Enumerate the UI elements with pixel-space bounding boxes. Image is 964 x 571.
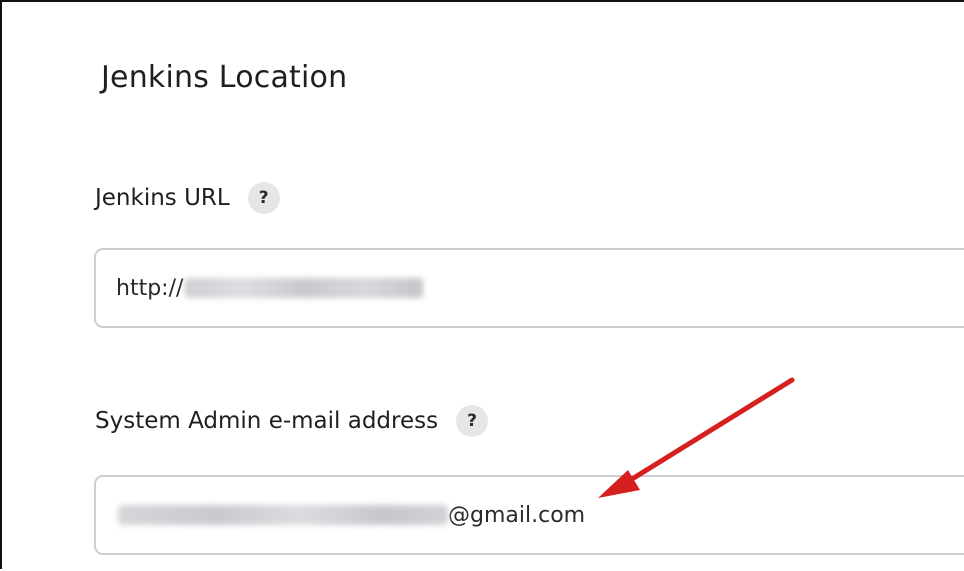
redacted-url-blur: [185, 278, 424, 298]
jenkins-url-label: Jenkins URL: [95, 185, 230, 211]
jenkins-url-label-row: Jenkins URL ?: [95, 182, 280, 214]
jenkins-url-input[interactable]: http://: [94, 248, 964, 328]
admin-email-input[interactable]: @gmail.com: [94, 475, 964, 555]
redacted-email-blur: [118, 505, 448, 525]
admin-email-value-suffix: @gmail.com: [448, 502, 586, 528]
settings-panel: Jenkins Location Jenkins URL ? http:// S…: [0, 0, 964, 569]
admin-email-help-icon[interactable]: ?: [456, 405, 489, 437]
admin-email-label-row: System Admin e-mail address ?: [95, 405, 489, 437]
jenkins-url-value-prefix: http://: [116, 275, 184, 301]
section-title: Jenkins Location: [101, 60, 348, 95]
jenkins-url-help-icon[interactable]: ?: [247, 182, 280, 214]
admin-email-label: System Admin e-mail address: [95, 408, 439, 434]
